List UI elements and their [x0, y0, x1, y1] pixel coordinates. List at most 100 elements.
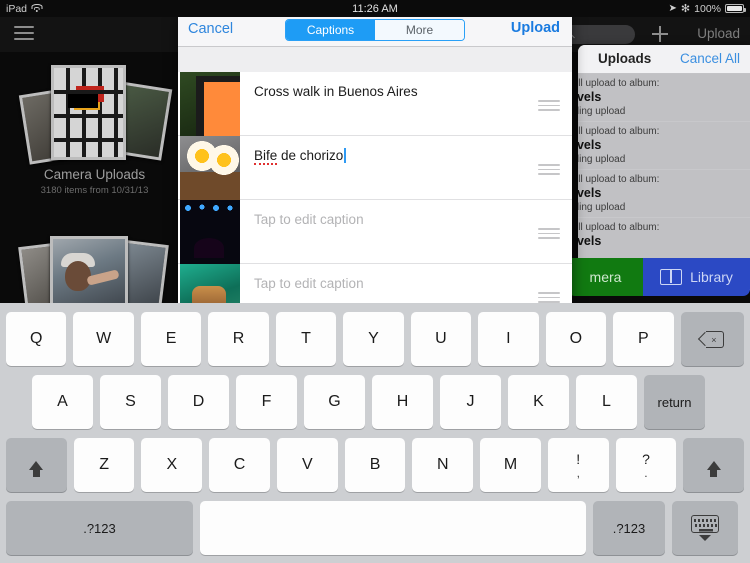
upload-row-album: avels	[578, 186, 602, 200]
uploads-popover: Uploads Cancel All ill upload to album:a…	[578, 45, 750, 290]
key-w[interactable]: W	[73, 312, 134, 366]
caption-placeholder[interactable]: Tap to edit caption	[254, 276, 364, 291]
backspace-icon[interactable]: ×	[680, 312, 744, 366]
key-m[interactable]: M	[480, 438, 541, 492]
upload-row[interactable]: ill upload to album:avels nding upload	[578, 122, 750, 170]
caption-popover: Cancel Captions More Upload Cross walk i…	[178, 12, 572, 307]
upload-row-album: avels	[578, 234, 602, 248]
caption-row[interactable]: Tap to edit caption	[178, 200, 572, 264]
caption-text[interactable]: Bife de chorizo	[254, 148, 346, 165]
location-arrow-icon: ➤	[668, 3, 677, 14]
key-b[interactable]: B	[344, 438, 406, 492]
keyboard-row-1: Q W E R T Y U I O P ×	[0, 312, 750, 366]
caption-placeholder[interactable]: Tap to edit caption	[254, 212, 364, 227]
key-punct-primary: ?	[642, 450, 650, 467]
battery-percent-label: 100%	[694, 2, 721, 15]
key-x[interactable]: X	[141, 438, 203, 492]
key-g[interactable]: G	[304, 375, 365, 429]
bluetooth-icon: ✻	[680, 3, 691, 15]
upload-row[interactable]: ill upload to album:avels nding upload	[578, 74, 750, 122]
caption-row[interactable]: Tap to edit caption	[178, 264, 572, 307]
reorder-grip-icon[interactable]	[538, 100, 560, 114]
caption-list: Cross walk in Buenos Aires Bife de choriz…	[178, 72, 572, 307]
uploads-title: Uploads	[598, 51, 652, 66]
key-l[interactable]: L	[576, 375, 637, 429]
onscreen-keyboard: Q W E R T Y U I O P × A S D F G H J K Lreturn Z X C V B N M!,?. …	[0, 303, 750, 563]
reorder-grip-icon[interactable]	[538, 228, 560, 242]
crosswalk-signal-photo	[180, 72, 240, 136]
upload-button[interactable]: Upload	[511, 20, 560, 36]
status-bar: iPad 11:26 AM ➤ ✻ 100%	[0, 0, 750, 17]
caption-popover-header: Cancel Captions More Upload	[178, 12, 572, 47]
hamburger-menu-icon[interactable]	[14, 26, 34, 42]
upload-row-album: avels	[578, 90, 602, 104]
key-t[interactable]: T	[275, 312, 337, 366]
cancel-button[interactable]: Cancel	[188, 21, 233, 37]
upload-row-line1: ill upload to album:	[578, 78, 660, 89]
album-subtitle: 3180 items from 10/31/13	[40, 185, 149, 196]
key-n[interactable]: N	[412, 438, 474, 492]
upload-row[interactable]: ill upload to album:avels nding upload	[578, 170, 750, 218]
album-cover-photo	[51, 65, 126, 160]
hide-keyboard-icon[interactable]	[672, 501, 738, 555]
key-z[interactable]: Z	[73, 438, 135, 492]
key-j[interactable]: J	[440, 375, 501, 429]
key-e[interactable]: E	[140, 312, 202, 366]
keyboard-row-4: .?123 .?123	[0, 501, 750, 555]
upload-row-line1: ill upload to album:	[578, 222, 660, 233]
key-numeric-right[interactable]: .?123	[593, 501, 665, 555]
uploads-popover-header: Uploads Cancel All	[578, 45, 750, 74]
caption-row[interactable]: Bife de chorizo	[178, 136, 572, 200]
key-punct-![interactable]: !,	[547, 438, 609, 492]
toolbar-upload-label[interactable]: Upload	[697, 26, 740, 41]
caption-rest: de chorizo	[277, 148, 344, 163]
album-title: Camera Uploads	[43, 167, 146, 182]
cancel-all-button[interactable]: Cancel All	[680, 51, 740, 66]
upload-row-line1: ill upload to album:	[578, 126, 660, 137]
steak-eggs-photo	[180, 136, 240, 200]
key-f[interactable]: F	[236, 375, 297, 429]
key-y[interactable]: Y	[343, 312, 404, 366]
key-space[interactable]	[200, 501, 586, 555]
key-punct-?[interactable]: ?.	[615, 438, 677, 492]
reorder-grip-icon[interactable]	[538, 164, 560, 178]
library-button-label: Library	[690, 269, 733, 285]
battery-full-icon	[725, 4, 746, 13]
camera-library-bar: mera Library	[568, 258, 750, 296]
segment-captions[interactable]: Captions	[286, 20, 375, 40]
key-d[interactable]: D	[168, 375, 229, 429]
key-c[interactable]: C	[209, 438, 270, 492]
key-return[interactable]: return	[644, 375, 705, 429]
shift-arrow-icon[interactable]	[6, 438, 67, 492]
upload-row-status: nding upload	[578, 106, 626, 117]
key-r[interactable]: R	[208, 312, 269, 366]
caption-row[interactable]: Cross walk in Buenos Aires	[178, 72, 572, 136]
keyboard-row-2: A S D F G H J K Lreturn	[0, 375, 750, 429]
plus-icon[interactable]	[652, 26, 668, 42]
key-o[interactable]: O	[545, 312, 607, 366]
key-k[interactable]: K	[508, 375, 569, 429]
segmented-control[interactable]: Captions More	[285, 19, 465, 41]
key-punct-secondary: .	[644, 465, 648, 480]
segment-more[interactable]: More	[375, 20, 464, 40]
upload-row-status: nding upload	[578, 154, 626, 165]
key-h[interactable]: H	[372, 375, 433, 429]
key-s[interactable]: S	[100, 375, 161, 429]
key-p[interactable]: P	[613, 312, 674, 366]
caption-popover-spacer	[178, 47, 572, 72]
key-punct-primary: !	[576, 450, 581, 467]
key-i[interactable]: I	[478, 312, 539, 366]
key-a[interactable]: A	[32, 375, 93, 429]
library-button[interactable]: Library	[643, 258, 750, 296]
camera-button[interactable]: mera	[568, 258, 643, 296]
key-v[interactable]: V	[276, 438, 338, 492]
ipad-screen: iPad 11:26 AM ➤ ✻ 100% Upload Camera Upl…	[0, 0, 750, 563]
key-u[interactable]: U	[410, 312, 472, 366]
caption-text[interactable]: Cross walk in Buenos Aires	[254, 84, 418, 99]
album-camera-uploads[interactable]: Camera Uploads 3180 items from 10/31/13	[18, 55, 173, 230]
uploads-list: ill upload to album:avelsnding uploadill…	[578, 74, 750, 266]
key-q[interactable]: Q	[6, 312, 67, 366]
key-numeric-left[interactable]: .?123	[6, 501, 193, 555]
shift-arrow-icon[interactable]	[683, 438, 745, 492]
key-punct-secondary: ,	[576, 465, 580, 480]
